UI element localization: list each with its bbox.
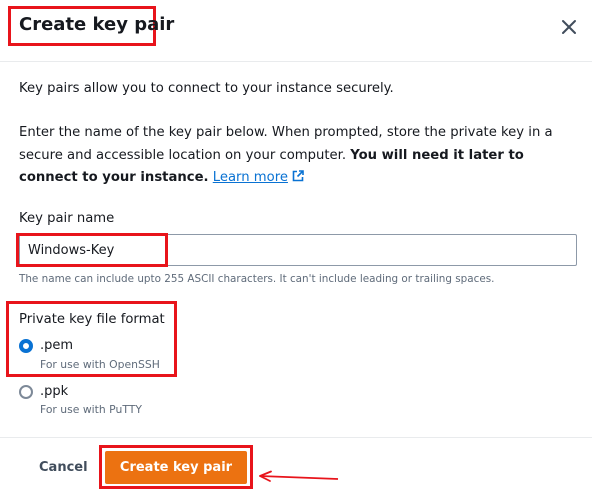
cancel-button[interactable]: Cancel [39,460,88,475]
radio-ppk[interactable] [19,385,33,399]
key-pair-name-label: Key pair name [19,211,115,226]
learn-more-label: Learn more [212,170,288,185]
annotation-arrow-icon [258,468,340,482]
close-icon[interactable] [558,16,580,38]
create-key-pair-button[interactable]: Create key pair [105,451,247,484]
radio-pem[interactable] [19,339,33,353]
radio-ppk-label[interactable]: .ppk [40,384,68,399]
learn-more-link[interactable]: Learn more [213,170,304,185]
key-pair-name-hint: The name can include upto 255 ASCII char… [19,273,495,285]
footer-divider [0,437,592,438]
intro-text: Key pairs allow you to connect to your i… [19,81,394,96]
radio-ppk-description: For use with PuTTY [40,403,142,416]
instructions-text: Enter the name of the key pair below. Wh… [19,122,579,190]
external-link-icon [292,168,304,182]
radio-pem-label[interactable]: .pem [40,338,73,353]
format-label: Private key file format [19,312,165,327]
key-pair-name-input[interactable] [19,234,577,266]
header-divider [0,61,592,62]
dialog-title: Create key pair [19,14,175,35]
radio-pem-description: For use with OpenSSH [40,358,160,371]
